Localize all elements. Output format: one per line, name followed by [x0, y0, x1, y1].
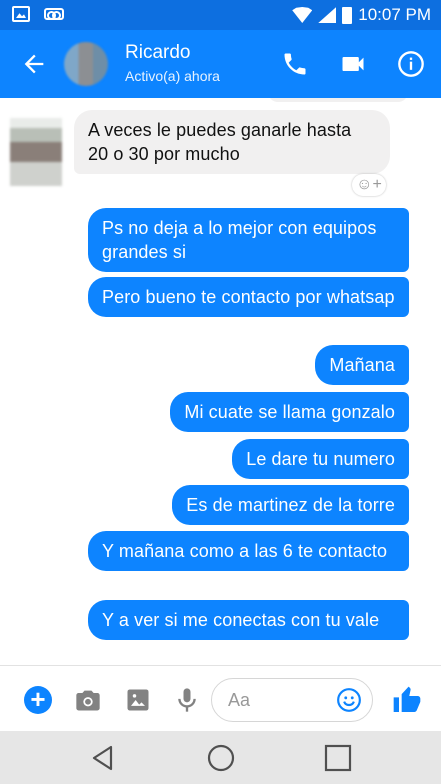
outgoing-message[interactable]: Mi cuate se llama gonzalo [170, 392, 409, 432]
gallery-icon[interactable] [124, 686, 152, 714]
phone-icon[interactable] [281, 50, 309, 78]
camera-icon[interactable] [74, 686, 102, 714]
incoming-message[interactable]: A veces le puedes ganarle hasta 20 o 30 … [74, 110, 390, 174]
wifi-icon [292, 7, 313, 23]
outgoing-message[interactable]: Y a ver si me conectas con tu vale [88, 600, 409, 640]
outgoing-message[interactable]: Mañana [315, 345, 409, 385]
back-arrow-icon[interactable] [20, 50, 48, 78]
thumbs-up-icon[interactable] [391, 684, 423, 716]
status-time: 10:07 PM [358, 5, 431, 24]
outgoing-message[interactable]: Le dare tu numero [232, 439, 409, 479]
system-navigation-bar [0, 731, 441, 784]
info-icon[interactable] [397, 50, 425, 78]
image-notification-icon [12, 6, 30, 22]
nav-home-icon[interactable] [204, 741, 238, 775]
message-input-box[interactable] [211, 678, 373, 722]
message-composer: + [0, 665, 441, 731]
nav-recents-icon[interactable] [321, 741, 355, 775]
add-reaction-icon[interactable]: ☺+ [352, 174, 386, 196]
message-input[interactable] [228, 679, 328, 721]
message-thread[interactable]: A veces le puedes ganarle hasta 20 o 30 … [0, 98, 441, 665]
voicemail-icon [44, 8, 64, 20]
outgoing-message[interactable]: Pero bueno te contacto por whatsap [88, 277, 409, 317]
contact-status: Activo(a) ahora [125, 68, 220, 84]
conversation-header: Ricardo Activo(a) ahora [0, 30, 441, 98]
video-camera-icon[interactable] [339, 50, 367, 78]
outgoing-message[interactable]: Ps no deja a lo mejor con equipos grande… [88, 208, 409, 272]
contact-name[interactable]: Ricardo [125, 42, 190, 64]
outgoing-message[interactable]: Y mañana como a las 6 te contacto [88, 531, 409, 571]
emoji-icon[interactable] [336, 687, 362, 713]
nav-back-icon[interactable] [86, 741, 120, 775]
microphone-icon[interactable] [173, 686, 201, 714]
outgoing-message[interactable]: Es de martinez de la torre [172, 485, 409, 525]
cell-signal-icon [318, 7, 337, 23]
add-icon[interactable]: + [24, 686, 52, 714]
previous-message-edge [268, 98, 408, 102]
battery-icon [342, 6, 353, 24]
contact-avatar[interactable] [64, 42, 108, 86]
sender-avatar[interactable] [10, 118, 62, 186]
status-bar: 10:07 PM [0, 0, 441, 30]
